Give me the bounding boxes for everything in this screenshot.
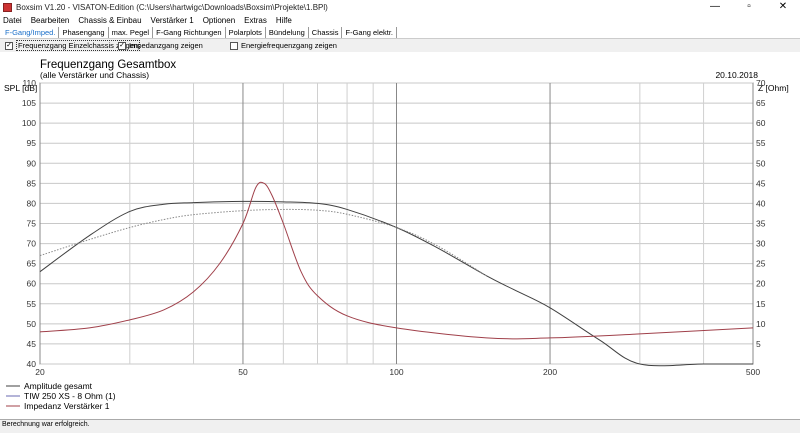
tab-buendelung[interactable]: Bündelung (266, 26, 309, 38)
tab-fgang-elektr[interactable]: F-Gang elektr. (342, 26, 398, 38)
chart-panel: Frequenzgang Gesamtbox (alle Verstärker … (0, 53, 800, 416)
y-tick-label: 85 (27, 178, 37, 188)
legend-impedance: Impedanz Verstärker 1 (24, 401, 110, 411)
menu-bar: Datei Bearbeiten Chassis & Einbau Verstä… (0, 14, 800, 26)
checkbox-energie[interactable]: Energiefrequenzgang zeigen (230, 41, 337, 50)
x-tick-label: 100 (389, 367, 403, 377)
y-tick-label: 80 (27, 198, 37, 208)
y-tick-label: 45 (27, 339, 37, 349)
y-tick-label: 110 (22, 78, 36, 88)
menu-hilfe[interactable]: Hilfe (276, 16, 292, 25)
y2-tick-label: 65 (756, 98, 766, 108)
y2-tick-label: 55 (756, 138, 766, 148)
close-button[interactable]: ✕ (766, 0, 800, 14)
menu-extras[interactable]: Extras (244, 16, 267, 25)
y2-tick-label: 10 (756, 319, 766, 329)
y-tick-label: 65 (27, 259, 37, 269)
y-tick-label: 100 (22, 118, 36, 128)
y-tick-label: 95 (27, 138, 37, 148)
tab-bar: F-Gang/Imped. Phasengang max. Pegel F-Ga… (0, 26, 800, 39)
y2-tick-label: 45 (756, 178, 766, 188)
y2-tick-label: 20 (756, 279, 766, 289)
y-tick-label: 105 (22, 98, 36, 108)
tab-fgang-imped[interactable]: F-Gang/Imped. (2, 26, 60, 38)
minimize-button[interactable]: — (698, 0, 732, 14)
y-tick-label: 75 (27, 219, 37, 229)
y2-tick-label: 30 (756, 239, 766, 249)
x-tick-label: 200 (543, 367, 557, 377)
menu-datei[interactable]: Datei (3, 16, 22, 25)
y-tick-label: 55 (27, 299, 37, 309)
driver-line (39, 208, 487, 277)
x-tick-label: 20 (35, 367, 45, 377)
options-bar: ✓ Frequenzgang Einzelchassis zeigen ✓ Impe… (0, 39, 800, 52)
tab-fgang-richtungen[interactable]: F-Gang Richtungen (153, 26, 226, 38)
y2-tick-label: 40 (756, 198, 766, 208)
tab-chassis[interactable]: Chassis (309, 26, 343, 38)
y2-tick-label: 25 (756, 259, 766, 269)
y2-tick-label: 35 (756, 219, 766, 229)
y-tick-label: 90 (27, 158, 37, 168)
menu-verstaerker[interactable]: Verstärker 1 (151, 16, 194, 25)
tab-polarplots[interactable]: Polarplots (226, 26, 266, 38)
legend-driver: TIW 250 XS - 8 Ohm (1) (24, 391, 116, 401)
y2-tick-label: 60 (756, 118, 766, 128)
frequency-response-chart: Frequenzgang Gesamtbox (alle Verstärker … (4, 59, 789, 411)
window-title: Boxsim V1.20 - VISATON-Edition (C:\Users… (16, 2, 328, 12)
y2-tick-label: 70 (756, 78, 766, 88)
y-tick-label: 50 (27, 319, 37, 329)
title-bar: Boxsim V1.20 - VISATON-Edition (C:\Users… (0, 0, 800, 14)
tab-max-pegel[interactable]: max. Pegel (109, 26, 154, 38)
chart-date: 20.10.2018 (715, 70, 758, 80)
checkbox-label: Energiefrequenzgang zeigen (241, 41, 337, 50)
y2-tick-label: 50 (756, 158, 766, 168)
menu-chassis[interactable]: Chassis & Einbau (78, 16, 141, 25)
app-icon (3, 2, 12, 12)
y2-tick-label: 5 (756, 339, 761, 349)
chart-subtitle: (alle Verstärker und Chassis) (40, 70, 149, 80)
maximize-button[interactable]: ▫ (732, 0, 766, 14)
window-controls: — ▫ ✕ (698, 0, 800, 14)
x-tick-label: 500 (746, 367, 760, 377)
tab-phasengang[interactable]: Phasengang (59, 26, 109, 38)
y-tick-label: 60 (27, 279, 37, 289)
checkbox-impedanz[interactable]: ✓ Impedanzgang zeigen (118, 41, 203, 50)
y2-tick-label: 15 (756, 299, 766, 309)
legend-amplitude: Amplitude gesamt (24, 381, 93, 391)
y-tick-label: 70 (27, 239, 37, 249)
menu-optionen[interactable]: Optionen (203, 16, 235, 25)
menu-bearbeiten[interactable]: Bearbeiten (31, 16, 70, 25)
legend: Amplitude gesamt TIW 250 XS - 8 Ohm (1) … (6, 381, 116, 411)
checkbox-label: Impedanzgang zeigen (129, 41, 203, 50)
x-tick-label: 50 (238, 367, 248, 377)
status-text: Berechnung war erfolgreich. (2, 421, 90, 428)
status-bar: Berechnung war erfolgreich. (0, 419, 800, 433)
